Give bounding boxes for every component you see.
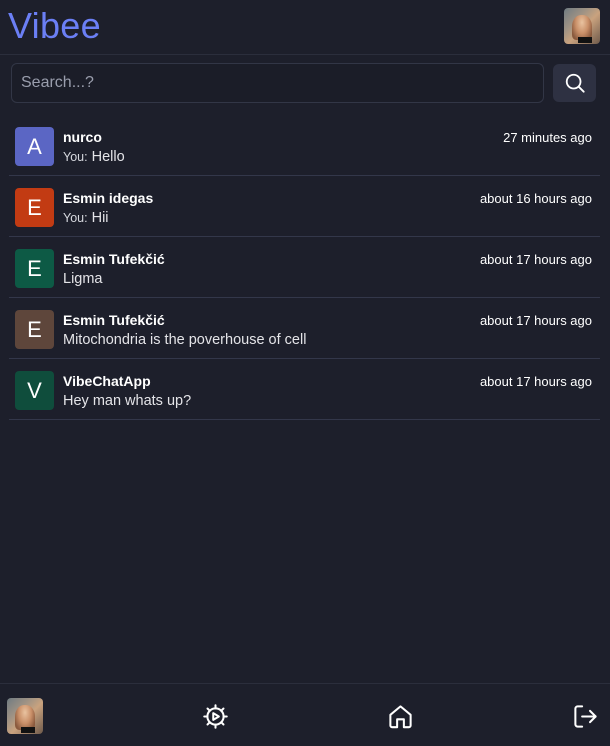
last-message: Hello <box>91 149 125 165</box>
conversation-preview: Mitochondria is the poverhouse of cell <box>63 332 306 348</box>
conversation-avatar: E <box>15 249 54 288</box>
last-message: Mitochondria is the poverhouse of cell <box>63 332 307 348</box>
conversation-list: A nurco 27 minutes ago You: Hello E Esmi… <box>9 115 600 420</box>
conversation-avatar: A <box>15 127 54 166</box>
header: Vibee <box>0 0 610 55</box>
search-icon <box>565 73 585 93</box>
conversation-item[interactable]: E Esmin Tufekčić about 17 hours ago Mito… <box>9 298 600 359</box>
conversation-name: Esmin Tufekčić <box>63 251 165 267</box>
conversation-time: about 17 hours ago <box>479 313 592 328</box>
last-message: Hii <box>91 210 109 226</box>
conversation-preview: You: Hello <box>63 149 125 165</box>
conversation-avatar: E <box>15 188 54 227</box>
conversation-name: Esmin Tufekčić <box>63 312 165 328</box>
search-input[interactable] <box>12 64 543 102</box>
search-button[interactable] <box>553 64 596 102</box>
conversation-item[interactable]: E Esmin Tufekčić about 17 hours ago Ligm… <box>9 237 600 298</box>
conversation-item[interactable]: V VibeChatApp about 17 hours ago Hey man… <box>9 359 600 420</box>
conversation-preview: You: Hii <box>63 210 109 226</box>
conversation-name: nurco <box>63 129 102 145</box>
conversation-time: 27 minutes ago <box>503 130 592 145</box>
conversation-preview: Ligma <box>63 271 103 287</box>
logout-icon <box>573 704 597 728</box>
sender-prefix: You: <box>63 150 88 164</box>
search-box <box>11 63 544 103</box>
conversation-name: VibeChatApp <box>63 373 151 389</box>
brand-logo[interactable]: Vibee <box>8 4 101 48</box>
logout-button[interactable] <box>570 701 600 731</box>
conversation-item[interactable]: A nurco 27 minutes ago You: Hello <box>9 115 600 176</box>
conversation-item[interactable]: E Esmin idegas about 16 hours ago You: H… <box>9 176 600 237</box>
settings-button[interactable] <box>200 701 230 731</box>
conversation-name: Esmin idegas <box>63 190 154 206</box>
conversation-avatar: V <box>15 371 54 410</box>
bottom-nav <box>0 683 610 746</box>
last-message: Ligma <box>63 271 103 287</box>
last-message: Hey man whats up? <box>63 393 192 409</box>
profile-avatar[interactable] <box>7 698 43 734</box>
home-button[interactable] <box>385 701 415 731</box>
conversation-preview: Hey man whats up? <box>63 393 191 409</box>
app: Vibee A nurco 27 minutes ago You: Hello … <box>0 0 610 746</box>
conversation-time: about 16 hours ago <box>479 191 592 206</box>
conversation-avatar: E <box>15 310 54 349</box>
profile-avatar[interactable] <box>564 8 600 44</box>
conversation-time: about 17 hours ago <box>479 252 592 267</box>
home-icon <box>388 704 412 728</box>
sender-prefix: You: <box>63 211 88 225</box>
conversation-time: about 17 hours ago <box>479 374 592 389</box>
gear-icon <box>202 703 228 729</box>
